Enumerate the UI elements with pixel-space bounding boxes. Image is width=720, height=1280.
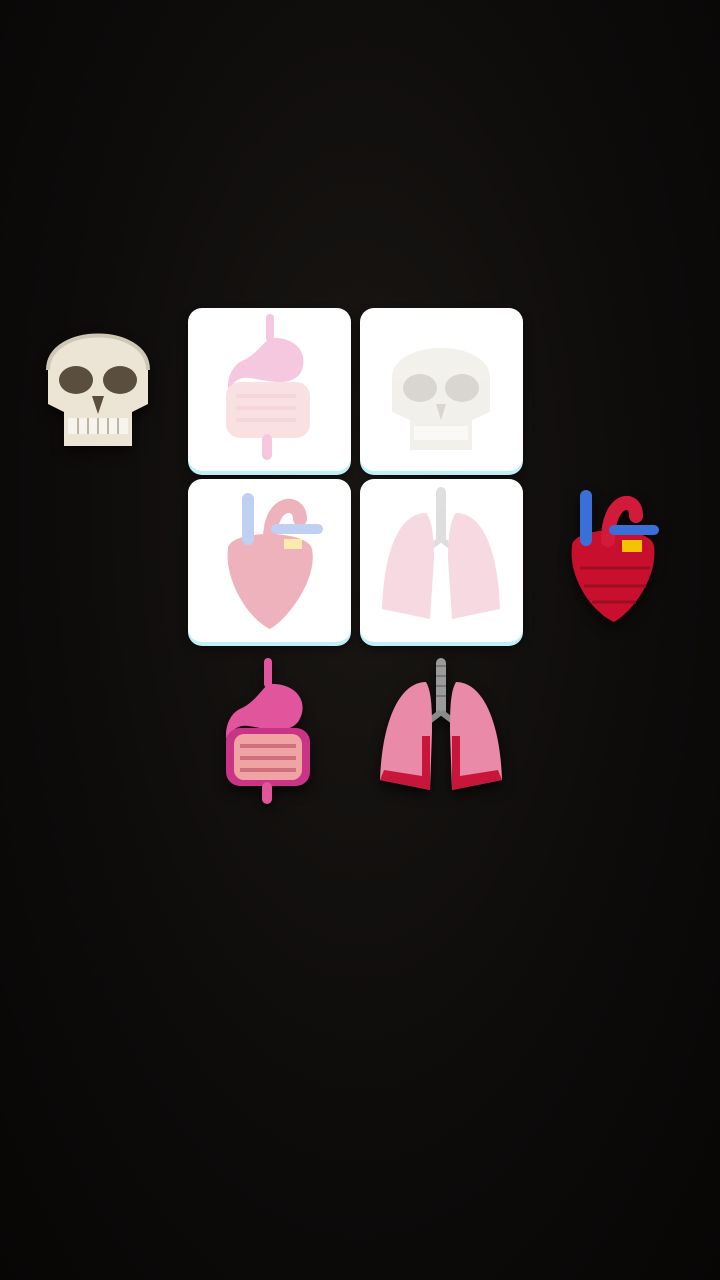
slot-stomach-intestines[interactable] <box>188 308 351 471</box>
slot-skull[interactable] <box>360 308 523 471</box>
game-stage <box>0 0 720 1280</box>
target-board <box>188 308 524 642</box>
piece-stomach-intestines[interactable] <box>222 656 316 806</box>
heart-icon <box>571 490 659 622</box>
piece-heart[interactable] <box>566 482 660 624</box>
heart-ghost-icon <box>227 493 323 629</box>
lungs-ghost-icon <box>382 487 500 619</box>
stomach-intestines-ghost-icon <box>226 314 310 460</box>
skull-ghost-icon <box>392 348 490 450</box>
skull-icon <box>46 333 150 446</box>
lungs-icon <box>380 658 502 790</box>
piece-skull[interactable] <box>42 318 154 458</box>
stomach-intestines-icon <box>226 658 310 804</box>
slot-heart[interactable] <box>188 479 351 642</box>
slot-lungs[interactable] <box>360 479 523 642</box>
piece-lungs[interactable] <box>374 656 508 796</box>
